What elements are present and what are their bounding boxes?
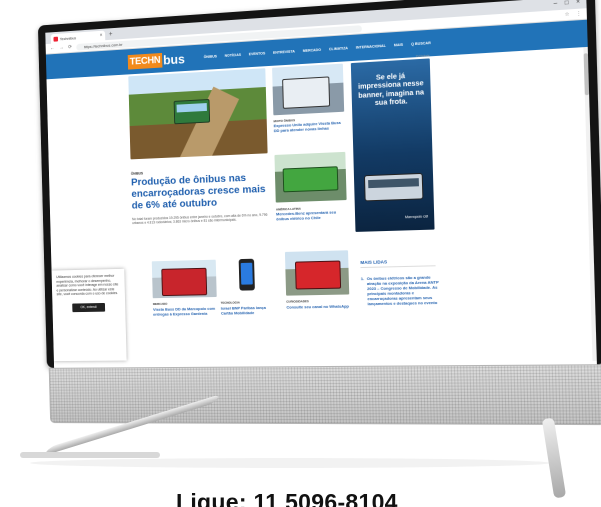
page-scrollbar[interactable] [583, 46, 597, 362]
article-image[interactable] [219, 256, 275, 297]
mais-lidas-item[interactable]: Os ônibus elétricos são a grande atração… [367, 274, 443, 307]
nav-item-entrevista[interactable]: ENTREVISTA [273, 49, 295, 54]
nav-item-onibus[interactable]: ÔNIBUS [204, 54, 217, 59]
nav-item-internacional[interactable]: INTERNACIONAL [356, 44, 386, 50]
article-image[interactable] [151, 259, 217, 299]
nav-item-climatiza[interactable]: CLIMATIZA [329, 46, 348, 51]
tab-close-icon[interactable]: × [100, 33, 103, 39]
article-image[interactable] [284, 250, 350, 296]
nav-item-buscar[interactable]: Q BUSCAR [411, 41, 431, 46]
bookmark-star-icon[interactable]: ☆ [565, 11, 570, 18]
logo-tech-text: TECHN [127, 52, 163, 70]
mais-lidas-heading: MAIS LIDAS [360, 259, 388, 266]
article-image[interactable] [272, 63, 345, 116]
logo-bus-text: bus [162, 51, 185, 67]
article-title[interactable]: Consulte seu canal no WhatsApp [286, 303, 355, 310]
scrollbar-thumb[interactable] [583, 53, 590, 96]
maximize-button[interactable]: □ [565, 0, 569, 7]
favicon-icon [53, 36, 59, 42]
monitor-bezel: Technibus × + – □ × ← → ⟳ https://techni… [37, 0, 601, 368]
hero-article-excerpt: No total foram produzidos 19.295 ônibus … [132, 212, 268, 226]
nav-item-mais[interactable]: MAIS [394, 43, 403, 48]
forward-icon[interactable]: → [59, 45, 64, 51]
ad-banner[interactable]: Se ele já impressiona nesse banner, imag… [350, 58, 435, 232]
ad-headline: Se ele já impressiona nesse banner, imag… [357, 71, 425, 108]
site-logo[interactable]: TECHN bus [127, 51, 185, 70]
tab-title: Technibus [59, 34, 77, 41]
article-title[interactable]: Vissta Buss DD da Marcopolo com entregas… [153, 306, 219, 317]
nav-item-mercado[interactable]: MERCADO [303, 48, 321, 53]
ad-bus-image [363, 172, 424, 202]
back-icon[interactable]: ← [50, 45, 55, 51]
hero-article-image[interactable] [128, 68, 268, 160]
new-tab-button[interactable]: + [109, 31, 113, 38]
cookie-consent-popup: Utilizamos cookies para oferecer melhor … [51, 268, 127, 362]
divider [360, 265, 436, 269]
contact-phone-line: Ligue: 11 5096-8104 [176, 489, 398, 507]
page-content: ÔNIBUS Produção de ônibus nas encarroçad… [128, 54, 469, 357]
hero-article-tag[interactable]: ÔNIBUS [131, 171, 143, 175]
cookie-accept-button[interactable]: OK, entendi [72, 302, 106, 313]
toolbar-icons: ☆ ⋮ [565, 11, 582, 18]
article-title[interactable]: Mercedes-Benz apresentará seu ônibus elé… [276, 209, 349, 221]
article-image[interactable] [274, 151, 347, 203]
nav-item-eventos[interactable]: EVENTOS [249, 51, 266, 56]
mais-lidas-number: 1. [360, 276, 365, 282]
reload-icon[interactable]: ⟳ [68, 44, 72, 50]
monitor: Technibus × + – □ × ← → ⟳ https://techni… [37, 0, 601, 438]
article-tag[interactable]: MERCADO [153, 302, 168, 306]
close-window-button[interactable]: × [576, 0, 580, 6]
browser-menu-icon[interactable]: ⋮ [576, 11, 582, 18]
article-tag[interactable]: CURIOSIDADES [286, 299, 309, 303]
hero-article-title[interactable]: Produção de ônibus nas encarroçadoras cr… [131, 171, 274, 212]
stand-foot [20, 452, 160, 458]
ad-brand: Marcopolo G8 [404, 214, 429, 220]
nav-item-noticias[interactable]: NOTÍCIAS [225, 53, 242, 58]
speaker-grille [48, 364, 601, 426]
bus-shape [173, 98, 211, 125]
cookie-text: Utilizamos cookies para oferecer melhor … [56, 273, 119, 297]
minimize-button[interactable]: – [554, 1, 558, 7]
article-title[interactable]: Israel BNP Paribas lança Cartão Mobilida… [221, 305, 279, 316]
article-tag[interactable]: TECNOLOGIA [221, 300, 240, 304]
desk-shadow [30, 458, 550, 468]
window-controls: – □ × [554, 0, 587, 7]
browser-screen: Technibus × + – □ × ← → ⟳ https://techni… [45, 0, 597, 368]
smartphone-icon [238, 258, 255, 291]
